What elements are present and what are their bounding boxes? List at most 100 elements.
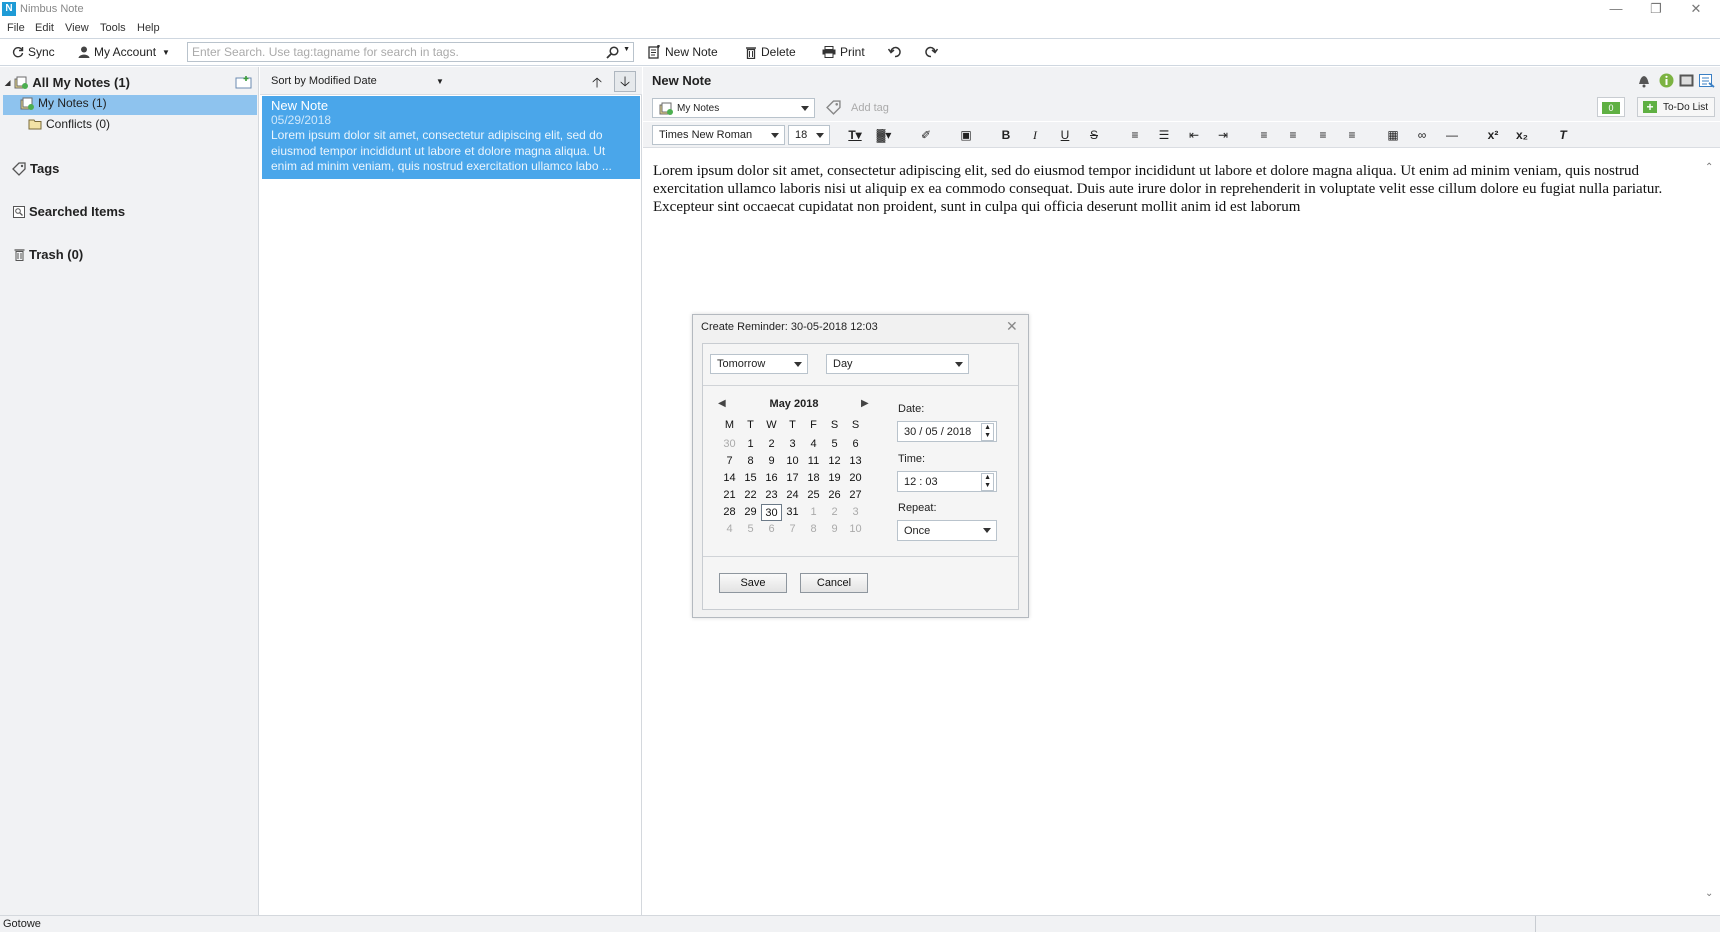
calendar-day[interactable]: 26 bbox=[824, 487, 845, 504]
undo-button[interactable] bbox=[888, 44, 902, 60]
align-center-icon[interactable]: ≡ bbox=[1284, 127, 1302, 143]
sort-dropdown[interactable]: Sort by Modified Date bbox=[271, 75, 377, 87]
sidebar-item-conflicts[interactable]: Conflicts (0) bbox=[28, 117, 110, 131]
calendar-day[interactable]: 3 bbox=[845, 504, 866, 521]
search-options-chevron-icon[interactable]: ▼ bbox=[623, 46, 630, 53]
calendar-day[interactable]: 7 bbox=[782, 521, 803, 538]
align-right-icon[interactable]: ≡ bbox=[1314, 127, 1332, 143]
sort-chevron-down-icon[interactable]: ▼ bbox=[436, 77, 444, 86]
italic-icon[interactable]: I bbox=[1026, 127, 1044, 143]
sync-button[interactable]: Sync bbox=[12, 44, 55, 60]
calendar-day[interactable]: 4 bbox=[719, 521, 740, 538]
calendar-day-selected[interactable]: 30 bbox=[761, 504, 782, 521]
delete-button[interactable]: Delete bbox=[745, 44, 796, 60]
calendar-day[interactable]: 7 bbox=[719, 453, 740, 470]
export-icon[interactable] bbox=[1699, 74, 1715, 88]
date-spinner-icon[interactable]: ▲ ▼ bbox=[981, 423, 994, 441]
sidebar-item-searched-items[interactable]: Searched Items bbox=[13, 204, 125, 219]
underline-icon[interactable]: U bbox=[1056, 127, 1074, 143]
menu-file[interactable]: File bbox=[7, 22, 25, 34]
search-icon[interactable] bbox=[606, 46, 619, 59]
calendar-day[interactable]: 13 bbox=[845, 453, 866, 470]
time-field[interactable]: 12 : 03 ▲ ▼ bbox=[897, 471, 997, 492]
share-icon[interactable] bbox=[1679, 74, 1694, 87]
outdent-icon[interactable]: ⇤ bbox=[1185, 127, 1203, 143]
menu-tools[interactable]: Tools bbox=[100, 22, 126, 34]
print-button[interactable]: Print bbox=[822, 44, 865, 60]
todo-counter[interactable]: 0 bbox=[1597, 97, 1625, 117]
calendar-day[interactable]: 9 bbox=[824, 521, 845, 538]
calendar-day[interactable]: 12 bbox=[824, 453, 845, 470]
calendar-day[interactable]: 6 bbox=[761, 521, 782, 538]
calendar-day[interactable]: 5 bbox=[740, 521, 761, 538]
subscript-icon[interactable]: x₂ bbox=[1513, 127, 1531, 143]
calendar-day[interactable]: 2 bbox=[824, 504, 845, 521]
search-input[interactable] bbox=[192, 45, 592, 59]
calendar-day[interactable]: 14 bbox=[719, 470, 740, 487]
insert-table-icon[interactable]: ▦ bbox=[1384, 127, 1402, 143]
scroll-up-icon[interactable]: ⌃ bbox=[1705, 162, 1713, 173]
minimize-icon[interactable]: — bbox=[1596, 0, 1636, 20]
calendar-day[interactable]: 31 bbox=[782, 504, 803, 521]
sort-descending-icon[interactable]: 🡣 bbox=[614, 71, 636, 92]
calendar-day[interactable]: 17 bbox=[782, 470, 803, 487]
reminder-preset-select[interactable]: Tomorrow bbox=[710, 354, 808, 374]
restore-icon[interactable]: ❐ bbox=[1636, 0, 1676, 20]
highlight-color-icon[interactable]: ▓▾ bbox=[875, 127, 893, 143]
date-field[interactable]: 30 / 05 / 2018 ▲ ▼ bbox=[897, 421, 997, 442]
sidebar-item-all-notes[interactable]: ◢ All My Notes (1) bbox=[5, 75, 130, 90]
menu-edit[interactable]: Edit bbox=[35, 22, 54, 34]
add-folder-icon[interactable] bbox=[235, 75, 253, 92]
justify-icon[interactable]: ≡ bbox=[1343, 127, 1361, 143]
calendar-day[interactable]: 6 bbox=[845, 436, 866, 453]
text-color-icon[interactable]: T▾ bbox=[846, 127, 864, 143]
new-note-button[interactable]: New Note bbox=[648, 44, 718, 60]
info-icon[interactable] bbox=[1659, 73, 1674, 88]
align-left-icon[interactable]: ≡ bbox=[1255, 127, 1273, 143]
note-body-text[interactable]: Lorem ipsum dolor sit amet, consectetur … bbox=[653, 162, 1693, 216]
calendar-day[interactable]: 3 bbox=[782, 436, 803, 453]
sidebar-item-trash[interactable]: Trash (0) bbox=[14, 247, 83, 262]
calendar-day[interactable]: 1 bbox=[803, 504, 824, 521]
calendar-day[interactable]: 25 bbox=[803, 487, 824, 504]
horizontal-rule-icon[interactable]: — bbox=[1443, 127, 1461, 143]
repeat-select[interactable]: Once bbox=[897, 520, 997, 541]
folder-select[interactable]: My Notes bbox=[652, 98, 815, 118]
menu-help[interactable]: Help bbox=[137, 22, 160, 34]
calendar-day[interactable]: 15 bbox=[740, 470, 761, 487]
format-painter-icon[interactable]: ✐ bbox=[917, 127, 935, 143]
calendar-day[interactable]: 24 bbox=[782, 487, 803, 504]
font-family-select[interactable]: Times New Roman bbox=[652, 125, 785, 145]
bold-icon[interactable]: B bbox=[997, 127, 1015, 143]
calendar-day[interactable]: 27 bbox=[845, 487, 866, 504]
calendar-day[interactable]: 21 bbox=[719, 487, 740, 504]
superscript-icon[interactable]: x² bbox=[1484, 127, 1502, 143]
calendar-day[interactable]: 19 bbox=[824, 470, 845, 487]
calendar-day[interactable]: 2 bbox=[761, 436, 782, 453]
calendar-day[interactable]: 5 bbox=[824, 436, 845, 453]
sort-ascending-icon[interactable]: 🡡 bbox=[590, 72, 604, 90]
font-size-select[interactable]: 18 bbox=[788, 125, 830, 145]
calendar-day[interactable]: 10 bbox=[782, 453, 803, 470]
reminder-unit-select[interactable]: Day bbox=[826, 354, 969, 374]
todo-list-button[interactable]: + To-Do List bbox=[1637, 97, 1715, 117]
save-button[interactable]: Save bbox=[719, 573, 787, 593]
sidebar-item-tags[interactable]: Tags bbox=[12, 161, 59, 176]
calendar-day[interactable]: 22 bbox=[740, 487, 761, 504]
calendar-day[interactable]: 18 bbox=[803, 470, 824, 487]
calendar-day[interactable]: 8 bbox=[803, 521, 824, 538]
strikethrough-icon[interactable]: S bbox=[1085, 127, 1103, 143]
close-icon[interactable]: ✕ bbox=[1006, 318, 1018, 335]
close-window-icon[interactable]: ✕ bbox=[1676, 0, 1716, 20]
calendar-prev-month-icon[interactable]: ◀ bbox=[718, 398, 726, 409]
time-spinner-icon[interactable]: ▲ ▼ bbox=[981, 473, 994, 491]
calendar-day[interactable]: 8 bbox=[740, 453, 761, 470]
calendar-day[interactable]: 11 bbox=[803, 453, 824, 470]
calendar-day[interactable]: 23 bbox=[761, 487, 782, 504]
note-title[interactable]: New Note bbox=[652, 73, 711, 88]
calendar-day[interactable]: 1 bbox=[740, 436, 761, 453]
calendar-next-month-icon[interactable]: ▶ bbox=[861, 398, 869, 409]
calendar-day[interactable]: 29 bbox=[740, 504, 761, 521]
redo-button[interactable] bbox=[924, 44, 938, 60]
bell-icon[interactable] bbox=[1637, 73, 1651, 88]
